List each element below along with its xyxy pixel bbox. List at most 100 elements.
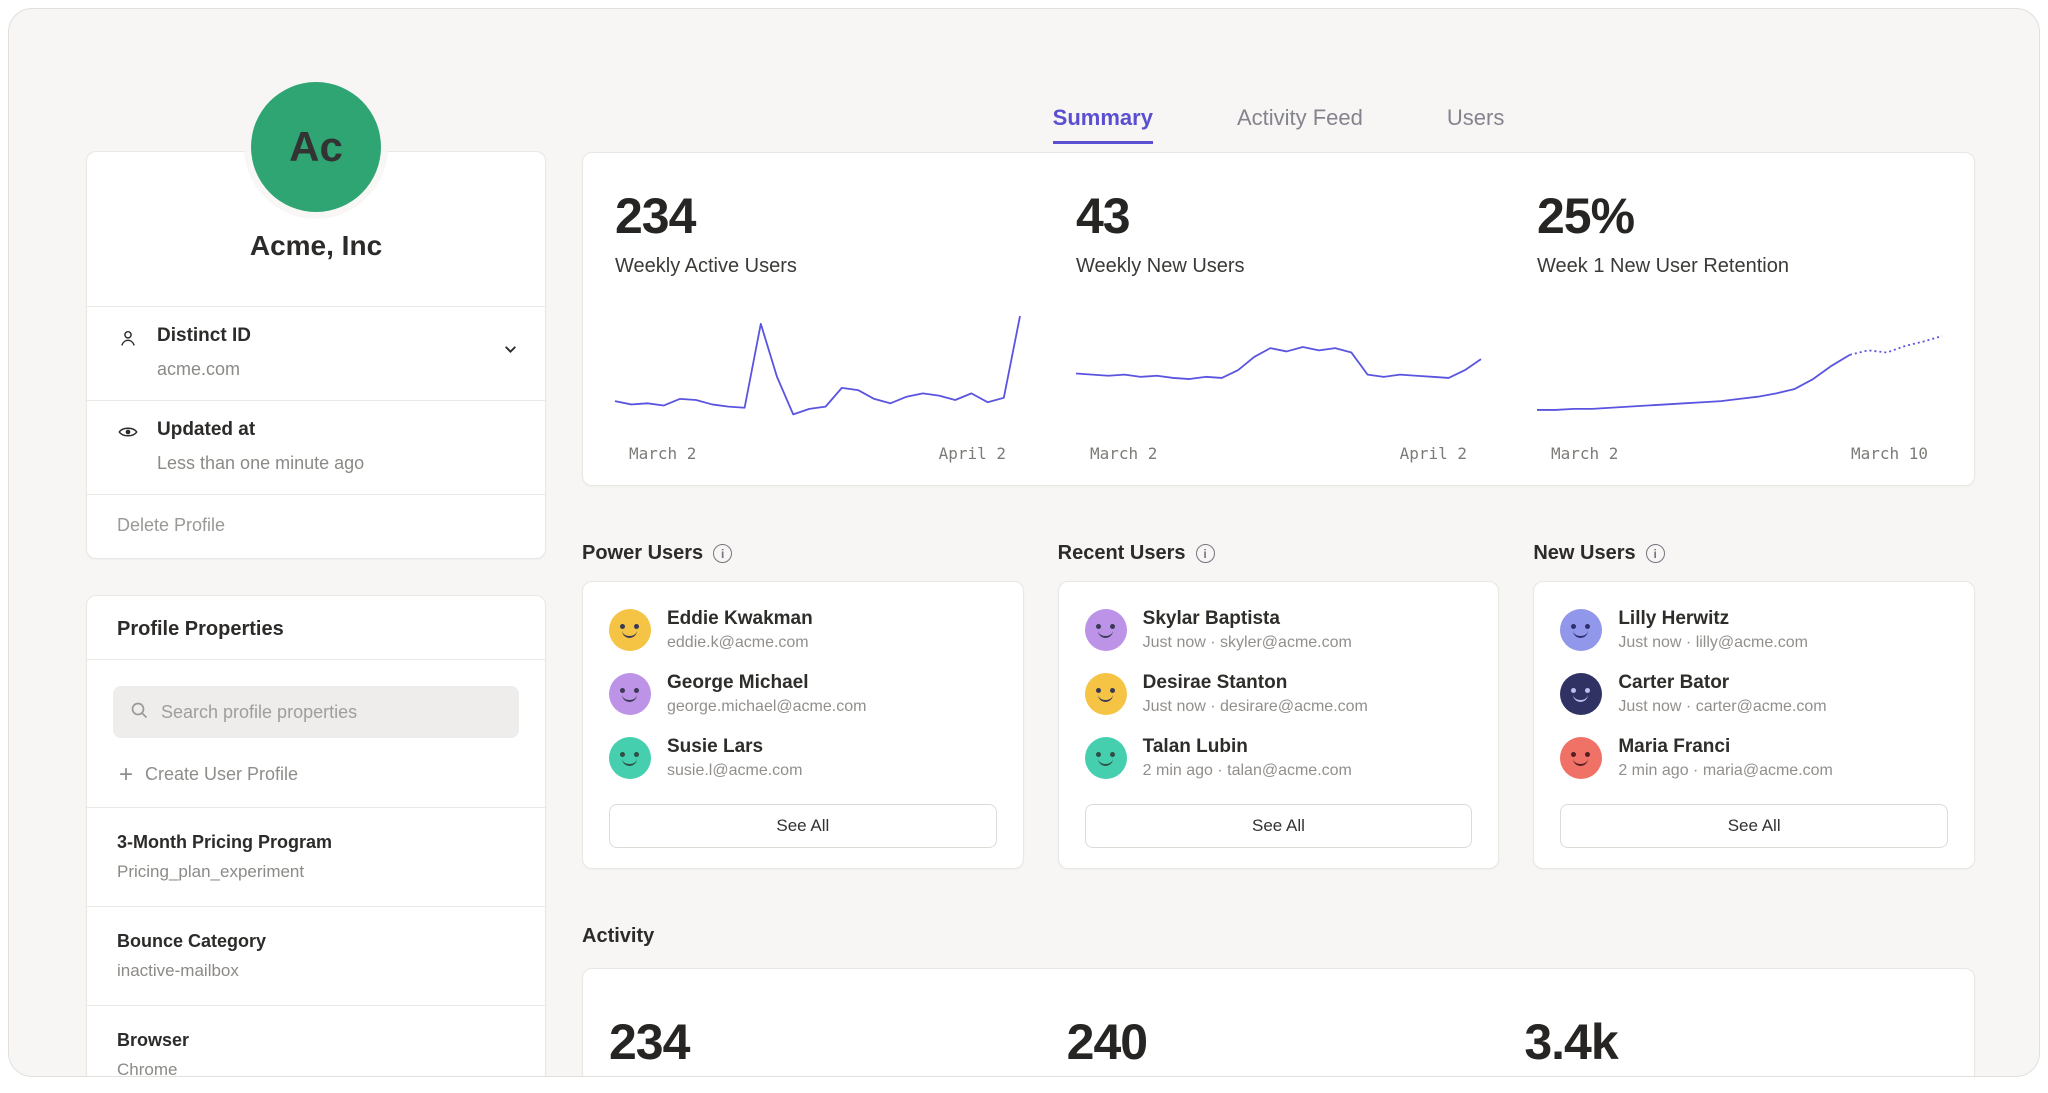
user-lists-section: Power Users Eddie Kwakman eddie.k@acme.c… xyxy=(582,542,1975,869)
user-email: susie.l@acme.com xyxy=(667,762,802,780)
x-axis-labels: March 2 March 10 xyxy=(1537,444,1942,463)
user-name: George Michael xyxy=(667,672,866,694)
recent-users-header: Recent Users xyxy=(1058,542,1500,565)
property-row: 3-Month Pricing Program Pricing_plan_exp… xyxy=(87,807,545,906)
user-name: Lilly Herwitz xyxy=(1618,608,1808,630)
summary-metrics-card: 234 Weekly Active Users March 2 April 2 … xyxy=(582,152,1975,486)
x-axis-left-label: March 2 xyxy=(1551,444,1618,463)
user-row[interactable]: Susie Lars susie.l@acme.com xyxy=(609,736,997,780)
sidebar: Ac Acme, Inc Distinct ID acme.com xyxy=(86,9,546,1076)
user-name: Talan Lubin xyxy=(1143,736,1352,758)
x-axis-right-label: March 10 xyxy=(1851,444,1928,463)
create-user-profile-button[interactable]: + Create User Profile xyxy=(119,764,513,785)
user-row[interactable]: Talan Lubin 2 min ago · talan@acme.com xyxy=(1085,736,1473,780)
x-axis-left-label: March 2 xyxy=(1090,444,1157,463)
user-meta: Just now · lilly@acme.com xyxy=(1618,634,1808,652)
metric-label: Weekly Active Users xyxy=(615,255,1020,278)
property-name: Browser xyxy=(117,1030,515,1051)
search-profile-properties-input[interactable] xyxy=(161,702,503,723)
user-email: eddie.k@acme.com xyxy=(667,634,813,652)
weekly-active-users-sparkline xyxy=(615,308,1020,428)
x-axis-labels: March 2 April 2 xyxy=(1076,444,1481,463)
user-avatar xyxy=(1560,737,1602,779)
x-axis-labels: March 2 April 2 xyxy=(615,444,1020,463)
list-title: New Users xyxy=(1533,542,1635,565)
property-name: 3-Month Pricing Program xyxy=(117,832,515,853)
user-row[interactable]: Skylar Baptista Just now · skyler@acme.c… xyxy=(1085,608,1473,652)
user-name: Maria Franci xyxy=(1618,736,1833,758)
tab-bar: Summary Activity Feed Users xyxy=(582,105,1975,144)
main-content: Summary Activity Feed Users 234 Weekly A… xyxy=(582,9,1975,1076)
property-value: Pricing_plan_experiment xyxy=(117,862,515,882)
person-icon xyxy=(117,325,141,380)
new-users-column: New Users Lilly Herwitz Just now · lilly… xyxy=(1533,542,1975,869)
distinct-id-value: acme.com xyxy=(157,359,251,380)
see-all-button[interactable]: See All xyxy=(609,804,997,848)
user-avatar xyxy=(609,609,651,651)
user-avatar xyxy=(609,673,651,715)
user-row[interactable]: Carter Bator Just now · carter@acme.com xyxy=(1560,672,1948,716)
see-all-button[interactable]: See All xyxy=(1560,804,1948,848)
tab-users[interactable]: Users xyxy=(1447,105,1504,144)
weekly-new-users-sparkline xyxy=(1076,308,1481,428)
delete-profile-button[interactable]: Delete Profile xyxy=(87,494,545,558)
user-avatar xyxy=(1085,737,1127,779)
metric-week1-retention: 25% Week 1 New User Retention March 2 Ma… xyxy=(1537,187,1942,463)
power-users-column: Power Users Eddie Kwakman eddie.k@acme.c… xyxy=(582,542,1024,869)
user-row[interactable]: Maria Franci 2 min ago · maria@acme.com xyxy=(1560,736,1948,780)
updated-at-row: Updated at Less than one minute ago xyxy=(87,400,545,494)
property-value: inactive-mailbox xyxy=(117,961,515,981)
user-meta: 2 min ago · talan@acme.com xyxy=(1143,762,1352,780)
eye-icon xyxy=(117,419,141,474)
user-name: Skylar Baptista xyxy=(1143,608,1352,630)
user-row[interactable]: Eddie Kwakman eddie.k@acme.com xyxy=(609,608,997,652)
user-meta: Just now · carter@acme.com xyxy=(1618,698,1826,716)
chevron-down-icon[interactable] xyxy=(502,341,519,363)
metric-value: 234 xyxy=(615,187,1020,245)
property-value: Chrome xyxy=(117,1060,515,1077)
tab-summary[interactable]: Summary xyxy=(1053,105,1153,144)
user-meta: Just now · desirare@acme.com xyxy=(1143,698,1368,716)
updated-at-value: Less than one minute ago xyxy=(157,453,364,474)
user-avatar xyxy=(1560,609,1602,651)
user-row[interactable]: Desirae Stanton Just now · desirare@acme… xyxy=(1085,672,1473,716)
updated-at-label: Updated at xyxy=(157,419,364,441)
search-icon xyxy=(129,700,149,725)
power-users-header: Power Users xyxy=(582,542,1024,565)
user-avatar xyxy=(1560,673,1602,715)
power-users-card: Eddie Kwakman eddie.k@acme.com George Mi… xyxy=(582,581,1024,869)
see-all-button[interactable]: See All xyxy=(1085,804,1473,848)
metric-value: 25% xyxy=(1537,187,1942,245)
company-profile-page: Ac Acme, Inc Distinct ID acme.com xyxy=(8,8,2040,1077)
activity-section-title: Activity xyxy=(582,925,1975,948)
user-avatar xyxy=(609,737,651,779)
info-icon[interactable] xyxy=(1196,544,1215,563)
user-name: Carter Bator xyxy=(1618,672,1826,694)
user-name: Eddie Kwakman xyxy=(667,608,813,630)
property-name: Bounce Category xyxy=(117,931,515,952)
user-name: Desirae Stanton xyxy=(1143,672,1368,694)
profile-properties-title: Profile Properties xyxy=(87,596,545,659)
create-user-profile-label: Create User Profile xyxy=(145,764,298,785)
user-row[interactable]: Lilly Herwitz Just now · lilly@acme.com xyxy=(1560,608,1948,652)
activity-metric-value: 3.4k xyxy=(1524,1013,1948,1077)
user-email: george.michael@acme.com xyxy=(667,698,866,716)
info-icon[interactable] xyxy=(1646,544,1665,563)
recent-users-column: Recent Users Skylar Baptista Just now · … xyxy=(1058,542,1500,869)
list-title: Recent Users xyxy=(1058,542,1186,565)
metric-label: Week 1 New User Retention xyxy=(1537,255,1942,278)
metric-weekly-active-users: 234 Weekly Active Users March 2 April 2 xyxy=(615,187,1020,463)
metric-label: Weekly New Users xyxy=(1076,255,1481,278)
user-avatar xyxy=(1085,673,1127,715)
metric-weekly-new-users: 43 Weekly New Users March 2 April 2 xyxy=(1076,187,1481,463)
tab-activity-feed[interactable]: Activity Feed xyxy=(1237,105,1363,144)
info-icon[interactable] xyxy=(713,544,732,563)
profile-properties-card: Profile Properties + Create User Profile… xyxy=(86,595,546,1077)
distinct-id-label: Distinct ID xyxy=(157,325,251,347)
company-profile-card: Ac Acme, Inc Distinct ID acme.com xyxy=(86,151,546,559)
user-row[interactable]: George Michael george.michael@acme.com xyxy=(609,672,997,716)
user-avatar xyxy=(1085,609,1127,651)
property-row: Bounce Category inactive-mailbox xyxy=(87,906,545,1005)
new-users-header: New Users xyxy=(1533,542,1975,565)
search-box xyxy=(113,686,519,738)
